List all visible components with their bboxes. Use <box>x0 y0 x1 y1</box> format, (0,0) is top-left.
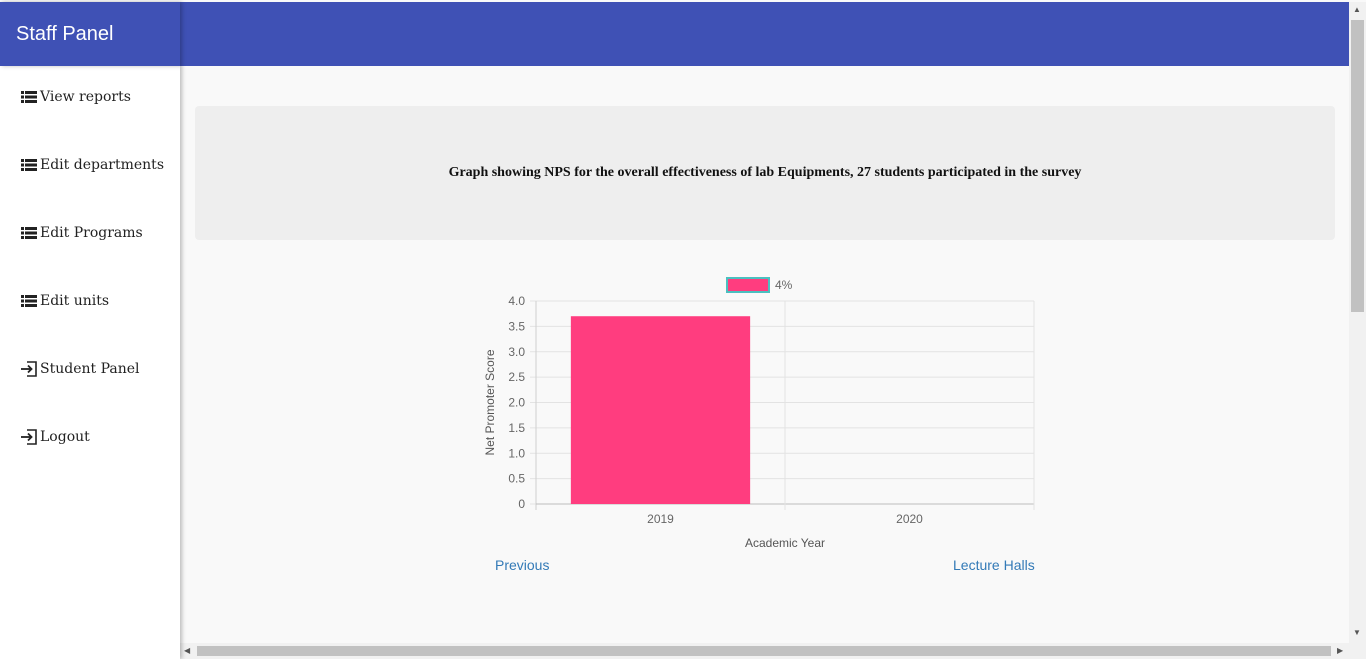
previous-link[interactable]: Previous <box>495 557 549 573</box>
app-title[interactable]: Staff Panel <box>0 2 180 66</box>
scroll-right-arrow-icon[interactable]: ▶ <box>1337 646 1343 655</box>
chart-banner: Graph showing NPS for the overall effect… <box>195 106 1335 240</box>
sidebar-item-label: Edit units <box>40 293 110 309</box>
lecture-halls-link[interactable]: Lecture Halls <box>953 557 1035 573</box>
scrollbar-corner <box>1349 643 1366 659</box>
y-tick-label: 3.5 <box>508 319 525 333</box>
banner-title: Graph showing NPS for the overall effect… <box>448 165 1082 180</box>
sidebar-item-edit-programs[interactable]: Edit Programs <box>20 224 143 242</box>
top-app-bar <box>0 2 1349 66</box>
scroll-left-arrow-icon[interactable]: ◀ <box>184 646 190 655</box>
y-tick-label: 2.0 <box>508 396 525 410</box>
x-tick-label: 2019 <box>647 512 674 526</box>
vertical-scroll-thumb[interactable] <box>1351 20 1364 312</box>
sidebar-item-edit-units[interactable]: Edit units <box>20 292 109 310</box>
sidebar-item-student-panel[interactable]: Student Panel <box>20 360 140 378</box>
list-icon <box>20 224 38 242</box>
y-tick-label: 0 <box>518 497 525 511</box>
y-tick-label: 4.0 <box>508 294 525 308</box>
sidebar-item-label: Edit Programs <box>40 225 143 241</box>
sign-in-icon <box>20 360 38 378</box>
y-tick-label: 1.5 <box>508 421 525 435</box>
sidebar-item-label: Student Panel <box>40 361 140 377</box>
y-tick-label: 2.5 <box>508 370 525 384</box>
list-icon <box>20 292 38 310</box>
legend-label: 4% <box>775 278 793 292</box>
y-axis-title: Net Promoter Score <box>483 349 497 455</box>
horizontal-scrollbar[interactable]: ◀ ▶ <box>180 643 1349 659</box>
legend-swatch <box>726 277 770 293</box>
scroll-down-arrow-icon[interactable]: ▼ <box>1353 628 1361 637</box>
sidebar-item-label: Logout <box>40 429 90 445</box>
list-icon <box>20 156 38 174</box>
y-tick-label: 3.0 <box>508 345 525 359</box>
sign-in-icon <box>20 428 38 446</box>
horizontal-scroll-thumb[interactable] <box>197 646 1331 656</box>
sidebar-item-label: Edit departments <box>40 157 164 173</box>
scroll-up-arrow-icon[interactable]: ▲ <box>1353 5 1361 14</box>
sidebar: View reports Edit departments Edit Progr… <box>0 66 180 659</box>
y-tick-label: 0.5 <box>508 472 525 486</box>
sidebar-item-view-reports[interactable]: View reports <box>20 88 131 106</box>
list-icon <box>20 88 38 106</box>
sidebar-item-logout[interactable]: Logout <box>20 428 90 446</box>
vertical-scrollbar[interactable]: ▲ ▼ <box>1349 2 1366 643</box>
sidebar-item-edit-departments[interactable]: Edit departments <box>20 156 164 174</box>
sidebar-item-label: View reports <box>40 89 131 105</box>
bar-2019 <box>570 316 751 504</box>
nps-bar-chart: 0 0.5 1.0 1.5 2.0 2.5 3.0 3.5 4.0 2019 2020 Academi… <box>483 277 1035 550</box>
x-axis-title: Academic Year <box>745 536 825 550</box>
y-tick-label: 1.0 <box>508 446 525 460</box>
x-tick-label: 2020 <box>896 512 923 526</box>
